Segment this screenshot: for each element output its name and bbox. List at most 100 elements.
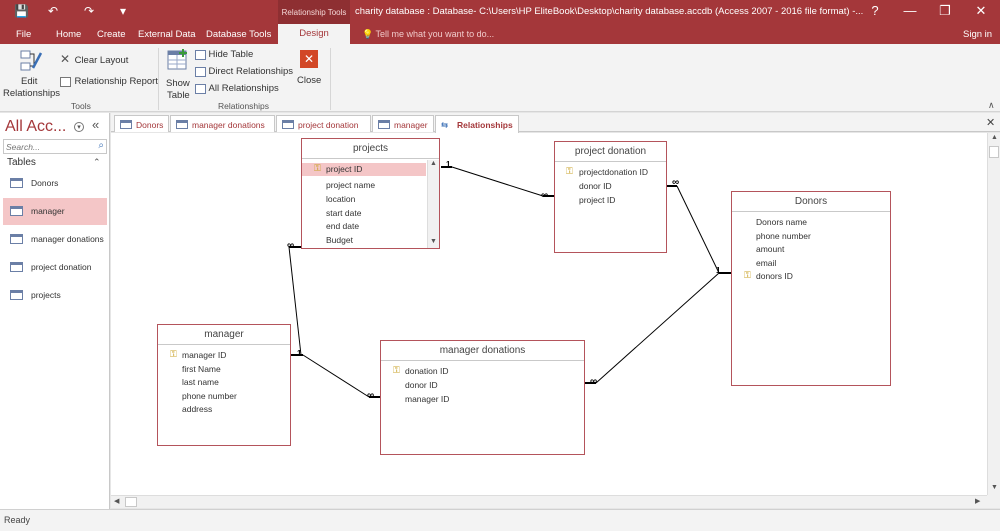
tell-me-search[interactable]: 💡 Tell me what you want to do... — [362, 29, 494, 40]
tab-create[interactable]: Create — [97, 29, 126, 40]
collapse-nav-icon[interactable]: « — [92, 117, 99, 132]
show-table-button[interactable]: Show Table — [163, 48, 193, 101]
relationships-icon: ⇆ — [441, 120, 449, 130]
nav-pane-title[interactable]: All Acc... — [5, 118, 66, 136]
undo-icon[interactable]: ↶ — [48, 4, 58, 18]
redo-icon[interactable]: ↷ — [84, 4, 94, 18]
edit-relationships-button[interactable]: Edit Relationships — [3, 48, 60, 99]
table-title[interactable]: project donation — [555, 142, 666, 162]
field-phone-number[interactable]: phone number — [756, 231, 811, 241]
field-donor-id[interactable]: donor ID — [405, 380, 438, 390]
table-project-donation[interactable]: project donation ⚿ projectdonation ID do… — [554, 141, 667, 253]
field-donation-id[interactable]: donation ID — [405, 366, 448, 376]
tab-database-tools[interactable]: Database Tools — [206, 29, 271, 40]
table-donors[interactable]: Donors Donors name phone number amount e… — [731, 191, 891, 386]
table-manager[interactable]: manager ⚿ manager ID first Name last nam… — [157, 324, 291, 446]
nav-section-tables[interactable]: Tables — [7, 157, 36, 168]
close-window-button[interactable]: ✕ — [966, 3, 996, 19]
restore-button[interactable]: ❐ — [930, 3, 960, 19]
table-title[interactable]: manager donations — [381, 341, 584, 361]
hide-table-button[interactable]: Hide Table — [195, 49, 253, 60]
vertical-scrollbar[interactable]: ▲ ▼ — [987, 133, 1000, 495]
nav-menu-dropdown-icon[interactable]: ▾ — [74, 122, 84, 132]
table-projects[interactable]: projects project ID ⚿ project name locat… — [301, 138, 440, 249]
group-label-relationships: Relationships — [218, 101, 270, 111]
tab-home[interactable]: Home — [56, 29, 81, 40]
scroll-up-icon[interactable]: ▲ — [991, 134, 998, 141]
field-email[interactable]: email — [756, 258, 776, 268]
doc-tab-relationships[interactable]: ⇆ Relationships — [435, 115, 519, 133]
tab-file[interactable]: File — [16, 29, 31, 40]
table-icon — [378, 120, 390, 129]
table-manager-donations[interactable]: manager donations ⚿ donation ID donor ID… — [380, 340, 585, 455]
table-title[interactable]: projects — [302, 139, 439, 159]
all-relationships-button[interactable]: All Relationships — [195, 83, 279, 94]
field-manager-id[interactable]: manager ID — [405, 394, 449, 404]
field-project-id[interactable]: project ID — [579, 195, 615, 205]
relationship-line-donors-managerdonations[interactable] — [595, 272, 720, 384]
relationship-line-projectdonation-donors[interactable] — [676, 185, 720, 274]
field-project-name[interactable]: project name — [326, 180, 375, 190]
doc-tab-manager-donations[interactable]: manager donations — [170, 115, 275, 132]
relationship-report-button[interactable]: Relationship Report — [60, 76, 158, 87]
search-icon[interactable]: ⌕ — [98, 140, 104, 151]
tab-design[interactable]: Design — [278, 24, 350, 44]
field-start-date[interactable]: start date — [326, 208, 361, 218]
field-donors-name[interactable]: Donors name — [756, 217, 807, 227]
scroll-right-icon[interactable]: ▶ — [975, 497, 980, 505]
field-manager-id[interactable]: manager ID — [182, 350, 226, 360]
nav-item-donors[interactable]: Donors — [3, 170, 107, 197]
relationships-canvas[interactable]: 1 ∞ ∞ 1 ∞ ∞ 1 ∞ projects project ID ⚿ pr… — [111, 133, 987, 495]
doc-tab-manager[interactable]: manager — [372, 115, 434, 132]
help-button[interactable]: ? — [860, 3, 890, 18]
field-donors-id[interactable]: donors ID — [756, 271, 793, 281]
field-location[interactable]: location — [326, 194, 355, 204]
field-last-name[interactable]: last name — [182, 377, 219, 387]
nav-item-manager[interactable]: manager — [3, 198, 107, 225]
field-address[interactable]: address — [182, 404, 212, 414]
table-scrollbar[interactable]: ▲ ▼ — [427, 160, 439, 248]
direct-relationships-button[interactable]: Direct Relationships — [195, 66, 293, 77]
collapse-ribbon-icon[interactable]: ∧ — [988, 100, 995, 111]
relationship-report-label: Relationship Report — [74, 76, 158, 87]
scroll-up-icon[interactable]: ▲ — [430, 160, 437, 167]
table-title[interactable]: Donors — [732, 192, 890, 212]
tab-external-data[interactable]: External Data — [138, 29, 196, 40]
relationship-report-icon — [60, 76, 71, 87]
relationship-line-manager-managerdonations[interactable] — [302, 354, 370, 398]
field-end-date[interactable]: end date — [326, 221, 359, 231]
nav-item-projects[interactable]: projects — [3, 282, 107, 309]
field-budget[interactable]: Budget — [326, 235, 353, 245]
edit-relationships-icon — [20, 50, 43, 71]
customize-quick-access-icon[interactable]: ▾ — [120, 4, 126, 18]
scroll-left-icon[interactable]: ◀ — [114, 497, 119, 505]
many-marker: ∞ — [287, 240, 295, 251]
group-separator — [330, 48, 331, 110]
close-relationships-button[interactable]: ✕ Close — [294, 48, 324, 92]
nav-search-box: ⌕ — [3, 139, 107, 154]
collapse-section-icon[interactable]: ⌃ — [93, 157, 101, 168]
horizontal-scrollbar[interactable]: ◀ ▶ — [111, 495, 987, 508]
sign-in-link[interactable]: Sign in — [963, 29, 992, 40]
doc-tab-project-donation[interactable]: project donation — [276, 115, 371, 132]
minimize-button[interactable]: — — [895, 3, 925, 18]
relationship-line-projects-projectdonation[interactable] — [451, 166, 544, 197]
nav-item-project-donation[interactable]: project donation — [3, 254, 107, 281]
clear-layout-button[interactable]: ✕ Clear Layout — [60, 52, 128, 66]
vertical-scroll-thumb[interactable] — [989, 146, 999, 158]
field-projectdonation-id[interactable]: projectdonation ID — [579, 167, 648, 177]
field-amount[interactable]: amount — [756, 244, 784, 254]
horizontal-scroll-thumb[interactable] — [125, 497, 137, 507]
field-first-name[interactable]: first Name — [182, 364, 221, 374]
doc-tab-donors[interactable]: Donors — [114, 115, 169, 132]
table-title[interactable]: manager — [158, 325, 290, 345]
nav-item-manager-donations[interactable]: manager donations — [3, 226, 107, 253]
scroll-down-icon[interactable]: ▼ — [991, 484, 998, 491]
field-phone-number[interactable]: phone number — [182, 391, 237, 401]
hide-table-label: Hide Table — [208, 49, 254, 60]
scroll-down-icon[interactable]: ▼ — [430, 238, 437, 245]
close-tab-icon[interactable]: ✕ — [986, 116, 995, 129]
save-icon[interactable]: 💾 — [14, 4, 29, 18]
field-donor-id[interactable]: donor ID — [579, 181, 612, 191]
nav-search-input[interactable] — [4, 140, 90, 153]
